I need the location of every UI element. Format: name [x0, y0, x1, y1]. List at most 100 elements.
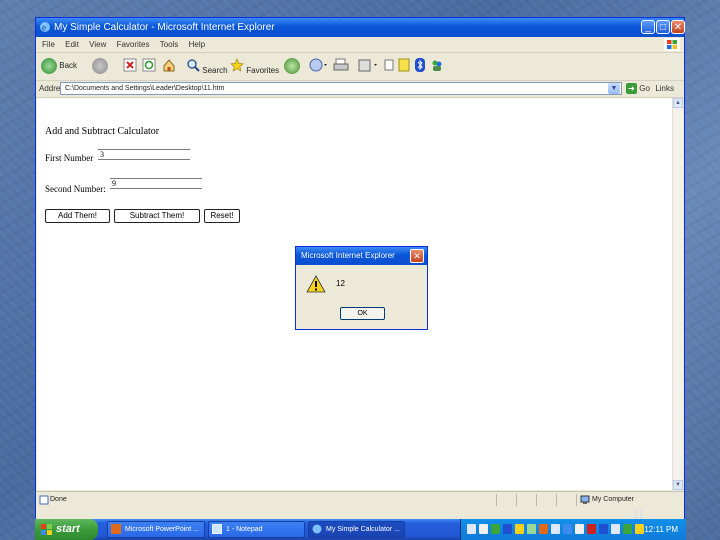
go-arrow-icon: ➜ [626, 83, 637, 95]
refresh-icon [142, 58, 156, 72]
first-number-label: First Number [45, 153, 94, 163]
task-calculator[interactable]: My Simple Calculator ... [308, 521, 405, 538]
discuss-icon [384, 59, 394, 71]
stop-icon [123, 58, 137, 72]
dialog-title[interactable]: Microsoft Internet Explorer [296, 247, 427, 265]
title-bar[interactable]: e My Simple Calculator - Microsoft Inter… [36, 18, 685, 37]
menu-file[interactable]: File [42, 40, 55, 49]
vertical-scrollbar[interactable]: ▲ ▼ [672, 98, 683, 490]
favorites-label: Favorites [246, 66, 280, 75]
menu-tools[interactable]: Tools [160, 40, 179, 49]
tray-icon[interactable] [599, 524, 608, 534]
first-number-input[interactable]: 3 [98, 149, 190, 160]
task-notepad[interactable]: 1 - Notepad [208, 521, 305, 538]
tray-icon[interactable] [527, 524, 536, 534]
windows-logo-icon [664, 38, 680, 51]
menu-bar: File Edit View Favorites Tools Help [36, 37, 684, 53]
status-bar: Done My Computer [36, 491, 684, 508]
tray-icon[interactable] [551, 524, 560, 534]
page-done-icon [39, 495, 49, 505]
slide-number: 11 [633, 509, 645, 521]
back-label: Back [59, 61, 78, 70]
dialog-message: 12 [336, 279, 345, 288]
tray-icon[interactable] [563, 524, 572, 534]
address-input[interactable]: C:\Documents and Settings\Leader\Desktop… [60, 82, 622, 95]
maximize-button[interactable]: □ [656, 20, 670, 34]
notes-button[interactable] [398, 57, 410, 75]
menu-view[interactable]: View [89, 40, 106, 49]
alert-dialog: Microsoft Internet Explorer ✕ 12 OK [295, 246, 428, 330]
menu-favorites[interactable]: Favorites [117, 40, 150, 49]
back-button[interactable]: Back [41, 57, 77, 75]
reset-button[interactable]: Reset! [204, 209, 240, 223]
mail-icon [309, 58, 327, 72]
status-separator [536, 494, 537, 506]
tray-icon[interactable] [611, 524, 620, 534]
computer-icon [580, 495, 590, 504]
tray-icon[interactable] [515, 524, 524, 534]
task-powerpoint[interactable]: Microsoft PowerPoint ... [107, 521, 205, 538]
tray-icon[interactable] [539, 524, 548, 534]
edit-page-icon [358, 59, 377, 72]
home-icon [163, 59, 175, 72]
tray-icon[interactable] [503, 524, 512, 534]
taskbar: start Microsoft PowerPoint ... 1 - Notep… [35, 519, 686, 540]
taskbar-clock: 12:11 PM [644, 525, 678, 534]
history-button[interactable] [284, 57, 300, 75]
stop-button[interactable] [123, 57, 137, 75]
tray-icon[interactable] [479, 524, 488, 534]
scroll-down-icon[interactable]: ▼ [673, 480, 683, 490]
go-button[interactable]: ➜ Go [626, 81, 650, 97]
notepad-icon [212, 524, 222, 534]
search-button[interactable]: Search [186, 57, 228, 75]
task-label: Microsoft PowerPoint ... [125, 526, 199, 533]
go-label: Go [639, 84, 650, 93]
start-label: start [56, 523, 80, 535]
mail-button[interactable] [308, 57, 330, 75]
internet-explorer-icon [312, 524, 322, 534]
subtract-button[interactable]: Subtract Them! [114, 209, 200, 223]
search-icon [187, 59, 200, 72]
start-button[interactable]: start [35, 519, 98, 540]
favorites-button[interactable]: Favorites [230, 57, 279, 75]
print-button[interactable] [333, 57, 349, 75]
bluetooth-button[interactable] [414, 57, 426, 75]
powerpoint-icon [111, 524, 121, 534]
second-number-input[interactable]: 9 [110, 178, 202, 189]
status-separator [516, 494, 517, 506]
messenger-button[interactable] [430, 57, 444, 75]
tray-icon[interactable] [575, 524, 584, 534]
windows-flag-icon [41, 524, 52, 535]
task-label: 1 - Notepad [226, 526, 263, 533]
tray-icon[interactable] [635, 524, 644, 534]
status-separator [496, 494, 497, 506]
tray-icon[interactable] [623, 524, 632, 534]
back-arrow-icon [41, 57, 57, 74]
dialog-close-button[interactable]: ✕ [410, 249, 424, 263]
warning-icon [306, 275, 326, 293]
discuss-button[interactable] [384, 57, 394, 75]
status-text: Done [50, 496, 67, 503]
tray-icon[interactable] [467, 524, 476, 534]
menu-help[interactable]: Help [189, 40, 205, 49]
status-separator [576, 494, 577, 506]
forward-button[interactable] [92, 57, 108, 75]
security-zone: My Computer [592, 496, 635, 503]
menu-edit[interactable]: Edit [65, 40, 79, 49]
refresh-button[interactable] [142, 57, 156, 75]
scroll-up-icon[interactable]: ▲ [673, 98, 683, 108]
tray-icon[interactable] [491, 524, 500, 534]
bluetooth-icon [415, 58, 425, 72]
edit-button[interactable] [358, 57, 380, 75]
tray-icon[interactable] [587, 524, 596, 534]
ok-button[interactable]: OK [340, 307, 385, 320]
address-dropdown-icon[interactable]: ▼ [608, 83, 620, 94]
add-button[interactable]: Add Them! [45, 209, 110, 223]
task-label: My Simple Calculator ... [326, 526, 400, 533]
search-label: Search [202, 66, 228, 75]
close-button[interactable]: ✕ [671, 20, 685, 34]
home-button[interactable] [162, 57, 176, 75]
minimize-button[interactable]: _ [641, 20, 655, 34]
toolbar: Back Search Favorites [36, 53, 684, 81]
links-button[interactable]: Links [655, 81, 674, 97]
